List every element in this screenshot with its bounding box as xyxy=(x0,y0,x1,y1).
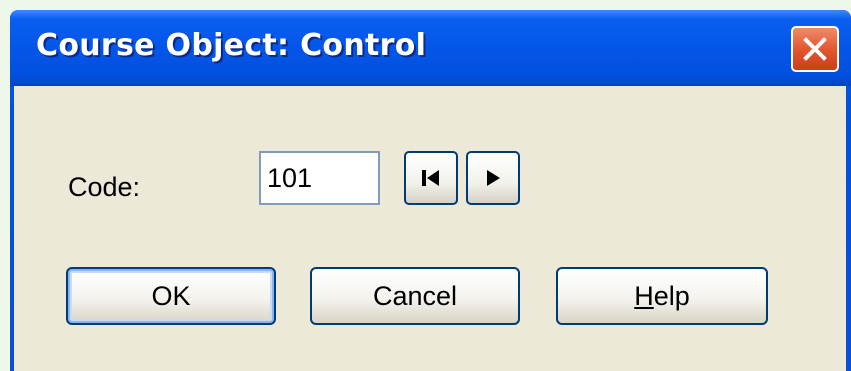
dialog-window: Course Object: Control Code: 101 OK Canc… xyxy=(10,10,851,371)
help-button[interactable]: Help xyxy=(556,267,768,325)
ok-button[interactable]: OK xyxy=(66,267,276,325)
skip-to-first-icon xyxy=(422,170,439,186)
window-title: Course Object: Control xyxy=(36,28,427,63)
help-mnemonic: H xyxy=(634,281,654,311)
cancel-button[interactable]: Cancel xyxy=(310,267,520,325)
play-next-icon xyxy=(487,170,500,186)
page: Course Object: Control Code: 101 OK Canc… xyxy=(0,0,851,371)
next-control-button[interactable] xyxy=(466,151,520,205)
first-control-button[interactable] xyxy=(404,151,458,205)
close-button[interactable] xyxy=(791,26,839,72)
dialog-body: Code: OK Cancel Help xyxy=(14,86,846,371)
close-icon xyxy=(803,37,827,61)
code-label: Code: xyxy=(68,172,141,202)
code-input[interactable] xyxy=(259,151,380,205)
title-bar[interactable]: Course Object: Control xyxy=(10,10,851,86)
help-label-rest: elp xyxy=(653,281,690,311)
